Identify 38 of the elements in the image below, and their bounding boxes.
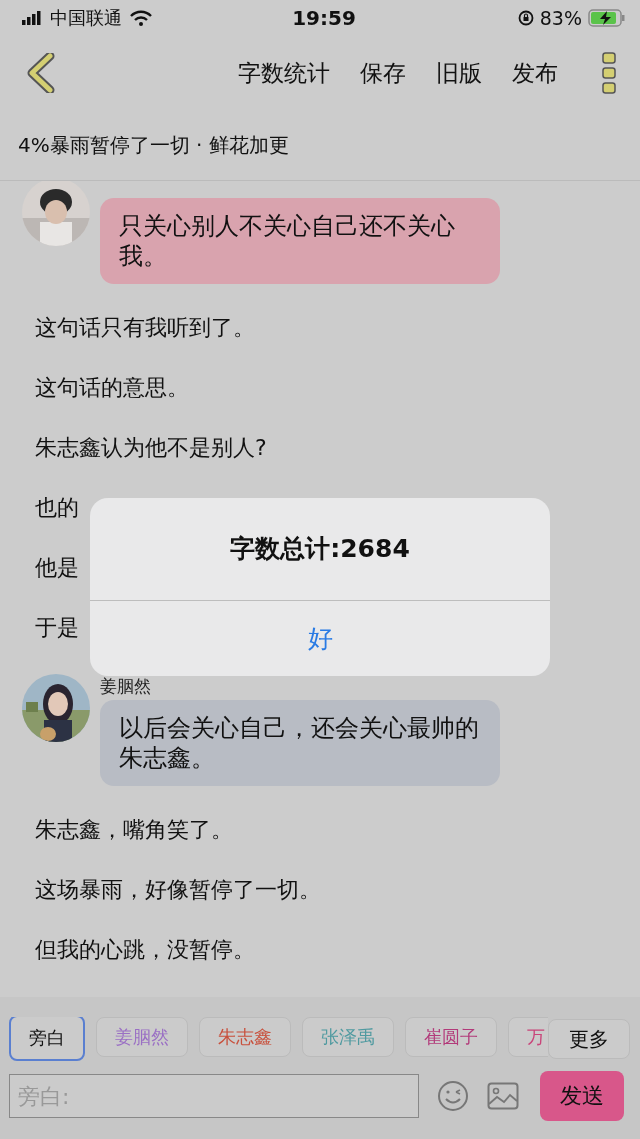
- narration-text: 他是: [35, 554, 79, 582]
- narration-text: 朱志鑫认为他不是别人?: [35, 434, 267, 462]
- narration-text: 这场暴雨，好像暂停了一切。: [35, 876, 321, 904]
- ok-button[interactable]: 好: [90, 601, 550, 676]
- battery-percent: 83%: [539, 7, 582, 29]
- back-icon: [26, 53, 56, 93]
- emoji-icon[interactable]: [437, 1080, 469, 1112]
- nav-action[interactable]: 发布: [512, 57, 558, 89]
- role-chip[interactable]: 万: [508, 1017, 548, 1057]
- narration-text: 这句话的意思。: [35, 374, 189, 402]
- battery-icon: [588, 9, 626, 27]
- image-icon[interactable]: [487, 1082, 519, 1110]
- speaker-name: 姜胭然: [100, 675, 152, 698]
- carrier-name: 中国联通: [50, 6, 122, 30]
- narration-text: 但我的心跳，没暂停。: [35, 936, 255, 964]
- role-chip[interactable]: 旁白: [9, 1017, 85, 1061]
- message-bubble: 以后会关心自己，还会关心最帅的朱志鑫。: [100, 700, 500, 786]
- signal-icon: [22, 11, 42, 25]
- more-button[interactable]: 更多: [548, 1019, 630, 1059]
- alert-title: 字数总计:2684: [90, 498, 550, 601]
- back-button[interactable]: [26, 53, 56, 93]
- nav-action[interactable]: 字数统计: [238, 57, 330, 89]
- narration-text: 于是: [35, 614, 79, 642]
- narration-text: 也的: [35, 494, 79, 522]
- nav-action[interactable]: 旧版: [436, 57, 482, 89]
- wifi-icon: [130, 10, 152, 26]
- message-bubble: 只关心别人不关心自己还不关心我。: [100, 198, 500, 284]
- nav-action[interactable]: 保存: [360, 57, 406, 89]
- clock-time: 19:59: [292, 6, 356, 30]
- role-chip[interactable]: 崔圆子: [405, 1017, 497, 1057]
- send-button[interactable]: 发送: [540, 1071, 624, 1121]
- more-menu-button[interactable]: [602, 51, 616, 95]
- narration-text: 朱志鑫，嘴角笑了。: [35, 816, 233, 844]
- role-chip[interactable]: 朱志鑫: [199, 1017, 291, 1057]
- narration-text: 这句话只有我听到了。: [35, 314, 255, 342]
- rotation-lock-icon: [517, 10, 534, 26]
- chapter-title: 4%暴雨暂停了一切 · 鲜花加更: [0, 110, 640, 181]
- menu-icon: [602, 51, 616, 95]
